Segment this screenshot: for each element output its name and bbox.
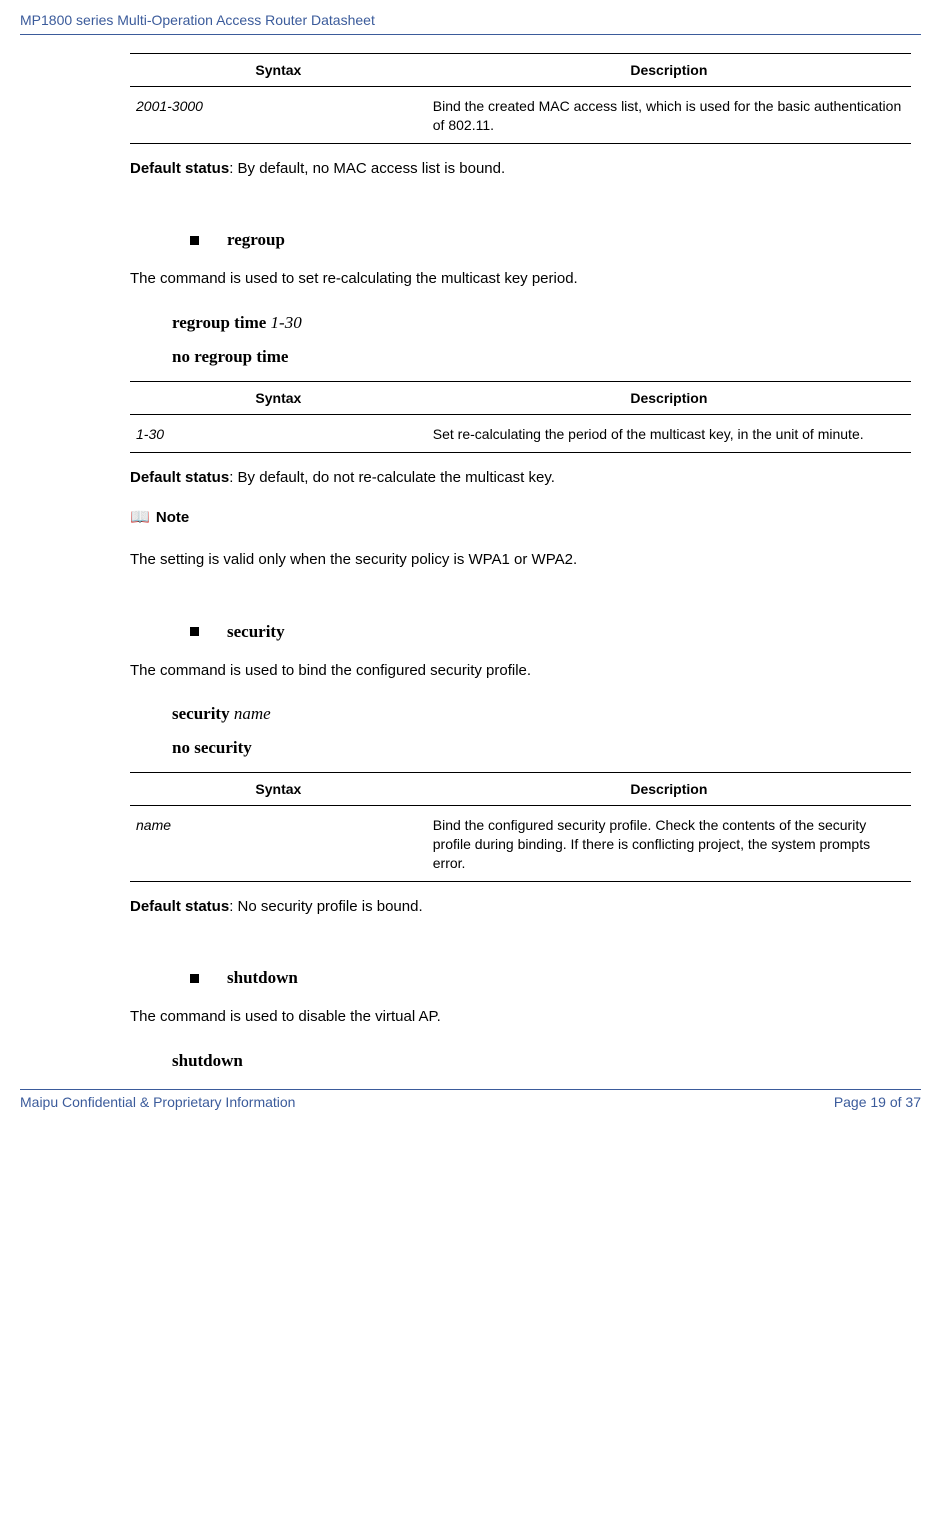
page-header: MP1800 series Multi-Operation Access Rou…: [20, 12, 921, 35]
table-header-description: Description: [427, 54, 911, 87]
note-text: The setting is valid only when the secur…: [130, 549, 911, 572]
section-heading-shutdown: shutdown: [190, 968, 911, 988]
bullet-square-icon: [190, 974, 199, 983]
shutdown-syntax: shutdown: [172, 1051, 911, 1071]
section-title: security: [227, 622, 285, 642]
section-title: shutdown: [227, 968, 298, 988]
note-heading: 📖 Note: [130, 507, 911, 527]
section-heading-regroup: regroup: [190, 230, 911, 250]
section-title: regroup: [227, 230, 285, 250]
table-header-syntax: Syntax: [130, 381, 427, 414]
security-syntax-set: security name: [172, 704, 911, 724]
section-heading-security: security: [190, 622, 911, 642]
page-footer: Maipu Confidential & Proprietary Informa…: [20, 1089, 921, 1110]
description-cell: Bind the created MAC access list, which …: [427, 87, 911, 144]
default-status-text: Default status: No security profile is b…: [130, 896, 911, 919]
mac-access-list-table: Syntax Description 2001-3000 Bind the cr…: [130, 53, 911, 144]
table-row: 1-30 Set re-calculating the period of th…: [130, 414, 911, 452]
regroup-syntax-set: regroup time 1-30: [172, 313, 911, 333]
default-status-text: Default status: By default, no MAC acces…: [130, 158, 911, 181]
shutdown-intro-text: The command is used to disable the virtu…: [130, 1006, 911, 1029]
default-status-label: Default status: [130, 160, 229, 177]
syntax-cell: 1-30: [130, 414, 427, 452]
table-header-syntax: Syntax: [130, 773, 427, 806]
security-syntax-no: no security: [172, 738, 911, 758]
table-header-description: Description: [427, 773, 911, 806]
syntax-cell: 2001-3000: [130, 87, 427, 144]
regroup-intro-text: The command is used to set re-calculatin…: [130, 268, 911, 291]
bullet-square-icon: [190, 236, 199, 245]
regroup-syntax-no: no regroup time: [172, 347, 911, 367]
security-table: Syntax Description name Bind the configu…: [130, 772, 911, 882]
description-cell: Bind the configured security profile. Ch…: [427, 806, 911, 882]
default-status-label: Default status: [130, 898, 229, 915]
default-status-text: Default status: By default, do not re-ca…: [130, 467, 911, 490]
syntax-cell: name: [130, 806, 427, 882]
regroup-table: Syntax Description 1-30 Set re-calculati…: [130, 381, 911, 453]
default-status-label: Default status: [130, 469, 229, 486]
description-cell: Set re-calculating the period of the mul…: [427, 414, 911, 452]
footer-page-number: Page 19 of 37: [834, 1094, 921, 1110]
bullet-square-icon: [190, 627, 199, 636]
table-row: name Bind the configured security profil…: [130, 806, 911, 882]
book-icon: 📖: [130, 507, 150, 527]
table-header-syntax: Syntax: [130, 54, 427, 87]
table-header-description: Description: [427, 381, 911, 414]
note-label: Note: [156, 509, 189, 526]
footer-left-text: Maipu Confidential & Proprietary Informa…: [20, 1094, 295, 1110]
security-intro-text: The command is used to bind the configur…: [130, 660, 911, 683]
table-row: 2001-3000 Bind the created MAC access li…: [130, 87, 911, 144]
